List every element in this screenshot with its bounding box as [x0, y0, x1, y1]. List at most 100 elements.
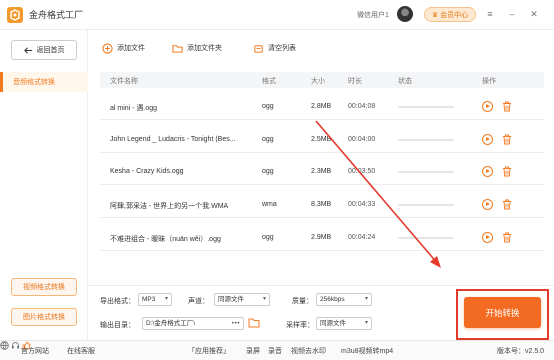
sidebar-item-audio-convert[interactable]: 音频格式转换: [0, 72, 88, 92]
footer-link-record-screen[interactable]: 录屏: [246, 346, 260, 356]
sidebar-item-label: 音频格式转换: [13, 79, 55, 86]
sample-rate-select[interactable]: 同源文件 ▾: [316, 317, 372, 330]
headset-icon: [11, 342, 19, 349]
avatar[interactable]: [397, 6, 413, 22]
footer: 官方网站 在线客服 「应用推荐」 录屏 录音 视频去水印 m3u8视频转mp4 …: [0, 340, 554, 360]
file-name: Kesha - Crazy Kids.ogg: [110, 168, 184, 175]
browse-button[interactable]: •••: [232, 318, 240, 329]
file-name: al mini - 遇.ogg: [110, 105, 158, 112]
file-size: 2.5MB: [311, 136, 332, 143]
clear-list-button[interactable]: 清空列表: [252, 40, 296, 56]
footer-link-record-audio[interactable]: 录音: [268, 346, 282, 356]
col-size: 大小: [311, 78, 325, 85]
menu-icon[interactable]: ≡: [484, 8, 496, 20]
add-folder-label: 添加文件夹: [187, 45, 222, 52]
col-duration: 时长: [348, 78, 362, 85]
col-action: 操作: [482, 78, 496, 85]
output-format-select[interactable]: MP3 ▾: [138, 293, 172, 306]
quality-value: 256kbps: [320, 296, 345, 303]
trash-icon[interactable]: [502, 199, 512, 210]
footer-link-m3u8-to-mp4[interactable]: m3u8视频转mp4: [341, 346, 393, 356]
sidebar: 返回首页 音频格式转换 视频格式转换 图片格式转换: [0, 30, 88, 340]
play-icon[interactable]: [482, 166, 493, 177]
support-link[interactable]: 在线客服: [67, 346, 95, 356]
progress-bar: [398, 171, 454, 173]
minimize-icon[interactable]: –: [506, 8, 518, 20]
table-row[interactable]: 阿肆,郭采洁 - 世界上的另一个我.WMA wma 8.3MB 00:04:33: [100, 192, 544, 218]
version-label: 版本号：v2.5.0: [497, 348, 545, 355]
quality-label: 质量：: [292, 298, 313, 305]
app-title: 金舟格式工厂: [29, 10, 84, 20]
recommend-label: 「应用推荐」: [188, 348, 230, 355]
file-name: 不难进组合 - 暧昧（nuān wěi）.ogg: [110, 236, 221, 243]
quality-select[interactable]: 256kbps ▾: [316, 293, 372, 306]
trash-icon[interactable]: [502, 101, 512, 112]
progress-bar: [398, 204, 454, 206]
video-convert-button[interactable]: 视频格式转换: [11, 278, 77, 296]
image-convert-button[interactable]: 图片格式转换: [11, 308, 77, 326]
trash-icon[interactable]: [502, 166, 512, 177]
progress-bar: [398, 106, 454, 108]
file-name: 阿肆,郭采洁 - 世界上的另一个我.WMA: [110, 203, 229, 210]
file-format: ogg: [262, 103, 274, 110]
add-file-icon: [101, 42, 113, 54]
chevron-down-icon: ▾: [164, 296, 168, 302]
file-duration: 00:03:50: [348, 168, 376, 175]
channel-value: 同源文件: [218, 296, 244, 303]
trash-icon[interactable]: [502, 134, 512, 145]
start-convert-button[interactable]: 开始转换: [464, 297, 541, 328]
sample-rate-label: 采样率：: [286, 322, 314, 329]
chevron-down-icon: ▾: [364, 320, 368, 326]
file-size: 2.9MB: [311, 234, 332, 241]
channel-label: 声道：: [188, 298, 209, 305]
vip-center-button[interactable]: ♛ 会员中心: [424, 7, 476, 22]
play-icon[interactable]: [482, 232, 493, 243]
file-format: ogg: [262, 234, 274, 241]
vip-center-label: 会员中心: [440, 11, 469, 19]
user-name[interactable]: 微信用户1: [357, 10, 389, 20]
back-home-button[interactable]: 返回首页: [11, 40, 77, 60]
add-file-button[interactable]: 添加文件: [101, 40, 145, 56]
website-link[interactable]: 官方网站: [21, 346, 49, 356]
play-icon[interactable]: [482, 134, 493, 145]
table-row[interactable]: Kesha - Crazy Kids.ogg ogg 2.3MB 00:03:5…: [100, 159, 544, 185]
back-arrow-icon: [23, 46, 32, 54]
table-row[interactable]: 不难进组合 - 暧昧（nuān wěi）.ogg ogg 2.9MB 00:04…: [100, 225, 544, 251]
sample-rate-value: 同源文件: [320, 320, 346, 327]
file-duration: 00:04:24: [348, 234, 376, 241]
file-size: 2.3MB: [311, 168, 332, 175]
col-status: 状态: [398, 78, 412, 85]
file-duration: 00:04:00: [348, 136, 376, 143]
file-size: 8.3MB: [311, 201, 332, 208]
file-format: ogg: [262, 168, 274, 175]
file-name: John Legend _ Ludacris - Tonight (Bes...: [110, 136, 236, 143]
active-indicator: [0, 72, 3, 92]
table-row[interactable]: John Legend _ Ludacris - Tonight (Bes...…: [100, 127, 544, 153]
table-row[interactable]: al mini - 遇.ogg ogg 2.8MB 00:04:08: [100, 94, 544, 120]
progress-bar: [398, 139, 454, 141]
file-table-header: 文件名称 格式 大小 时长 状态 操作: [100, 72, 544, 88]
chevron-down-icon: ▾: [262, 296, 266, 302]
trash-icon[interactable]: [502, 232, 512, 243]
col-format: 格式: [262, 78, 276, 85]
clear-list-icon: [252, 42, 264, 54]
col-name: 文件名称: [110, 78, 138, 85]
play-icon[interactable]: [482, 199, 493, 210]
channel-select[interactable]: 同源文件 ▾: [214, 293, 270, 306]
file-size: 2.8MB: [311, 103, 332, 110]
output-dir-field[interactable]: D:\金舟格式工厂\ •••: [142, 317, 244, 330]
file-duration: 00:04:33: [348, 201, 376, 208]
file-duration: 00:04:08: [348, 103, 376, 110]
open-folder-icon[interactable]: [248, 317, 260, 328]
add-folder-button[interactable]: 添加文件夹: [171, 40, 222, 56]
add-folder-icon: [171, 42, 183, 54]
file-format: ogg: [262, 136, 274, 143]
clear-list-label: 清空列表: [268, 45, 296, 52]
back-home-label: 返回首页: [36, 47, 65, 54]
output-dir-value: D:\金舟格式工厂\: [146, 320, 196, 327]
output-format-label: 导出格式：: [100, 298, 135, 305]
close-icon[interactable]: ✕: [528, 8, 540, 20]
add-file-label: 添加文件: [117, 45, 145, 52]
footer-link-remove-watermark[interactable]: 视频去水印: [291, 346, 326, 356]
play-icon[interactable]: [482, 101, 493, 112]
